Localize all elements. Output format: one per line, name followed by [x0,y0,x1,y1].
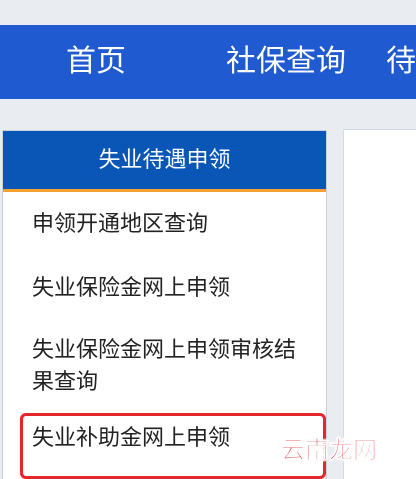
nav-item-home[interactable]: 首页 [66,25,126,99]
sidebar-item-area-query[interactable]: 申领开通地区查询 [32,209,208,241]
sidebar-title: 失业待遇申领 [3,131,326,192]
nav-item-social-security-query[interactable]: 社保查询 [226,25,346,99]
top-navigation-bar: 首页 社保查询 待 [0,25,416,99]
watermark: 云南龙网 [281,436,378,465]
sidebar-item-review-result[interactable]: 失业保险金网上申领审核结果查询 [32,335,312,399]
nav-item-truncated[interactable]: 待 [386,25,416,99]
sidebar-item-benefit-apply[interactable]: 失业保险金网上申领 [32,273,230,305]
content-panel [343,129,416,479]
